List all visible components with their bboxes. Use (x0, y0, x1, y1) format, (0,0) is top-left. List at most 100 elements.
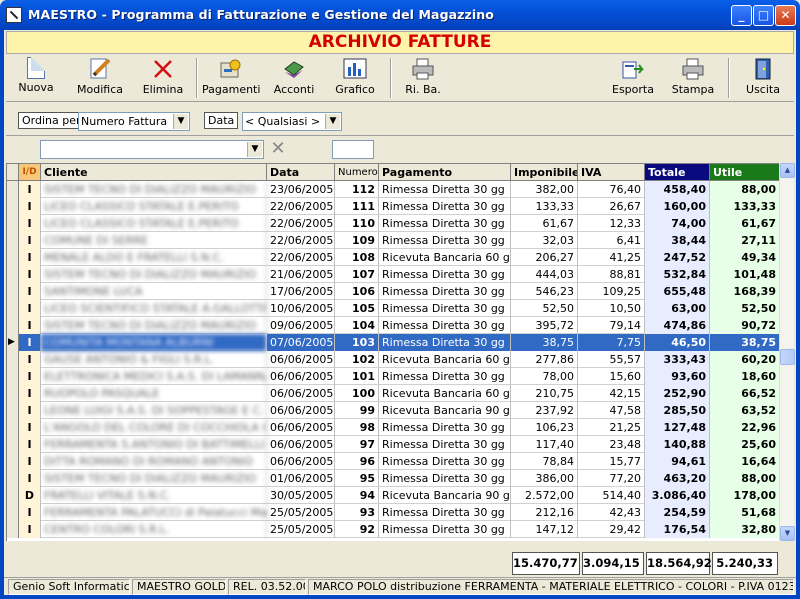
ordina-select[interactable]: Numero Fattura ▼ (78, 112, 190, 131)
row-indicator[interactable] (7, 368, 19, 385)
cell-io: I (19, 300, 41, 317)
cell-totale: 247,52 (645, 249, 710, 266)
column-header-data[interactable]: Data (267, 164, 335, 181)
table-row[interactable]: I LICEO CLASSICO STATALE E.PERITO 22/06/20… (7, 215, 780, 232)
chevron-down-icon[interactable]: ▼ (247, 142, 262, 157)
row-indicator[interactable] (7, 232, 19, 249)
table-row[interactable]: ▶ I COMUNITA MONTANA ALBURNI 07/06/2005 103 R… (7, 334, 780, 351)
vertical-scrollbar[interactable]: ▲ ▼ (779, 163, 795, 541)
acconti-button[interactable]: Acconti (270, 57, 318, 96)
cell-iva: 15,60 (578, 368, 645, 385)
table-row[interactable]: I DITTA ROMANO DI ROMANO ANTONIO 06/06/200… (7, 453, 780, 470)
row-indicator[interactable] (7, 215, 19, 232)
cell-io: D (19, 487, 41, 504)
column-header-cliente[interactable]: Cliente (41, 164, 267, 181)
elimina-button[interactable]: Elimina (140, 57, 186, 96)
table-row[interactable]: I LICEO CLASSICO STATALE E.PERITO 22/06/20… (7, 198, 780, 215)
cell-pagamento: Rimessa Diretta 30 gg (379, 453, 511, 470)
table-row[interactable]: I SISTEM TECNO DI DIALIZZO MAURIZIO 01/06/… (7, 470, 780, 487)
table-row[interactable]: I SISTEM TECNO DI DIALIZZO MAURIZIO 23/06/… (7, 181, 780, 198)
row-indicator[interactable] (7, 351, 19, 368)
table-row[interactable]: D FRATELLI VITALE S.N.C. 30/05/2005 94 Ricev… (7, 487, 780, 504)
cell-imponibile: 206,27 (511, 249, 578, 266)
cell-utile: 27,11 (710, 232, 780, 249)
row-indicator[interactable] (7, 436, 19, 453)
table-row[interactable]: IELETTRONICA MEDICI S.A.S. DI LAMANNA E.… (7, 368, 780, 385)
table-row[interactable]: I RUOPOLO PASQUALE 06/06/2005 100 Ricevuta B… (7, 385, 780, 402)
cell-totale: 3.086,40 (645, 487, 710, 504)
column-header-numero[interactable]: Numero (335, 164, 379, 181)
column-header-utile[interactable]: Utile (710, 164, 780, 181)
table-row[interactable]: I LICEO SCIENTIFICO STATALE A.GALLOTTA 10/… (7, 300, 780, 317)
row-indicator[interactable]: ▶ (7, 334, 19, 351)
row-indicator[interactable] (7, 419, 19, 436)
scroll-thumb[interactable] (780, 349, 795, 365)
cell-data: 22/06/2005 (267, 215, 335, 232)
table-row[interactable]: I SISTEM TECNO DI DIALIZZO MAURIZIO 21/06/… (7, 266, 780, 283)
table-row[interactable]: I COMUNE DI SERRE 22/06/2005 109 Rimessa Dir… (7, 232, 780, 249)
stampa-button[interactable]: Stampa (670, 57, 716, 96)
row-indicator[interactable] (7, 249, 19, 266)
row-indicator[interactable] (7, 521, 19, 538)
row-indicator[interactable] (7, 198, 19, 215)
row-indicator[interactable] (7, 317, 19, 334)
cell-cliente: CENTRO COLORI S.R.L. (41, 521, 267, 538)
table-row[interactable]: I MENALE ALDO E FRATELLI S.N.C. 22/06/2005… (7, 249, 780, 266)
column-header-imponibile[interactable]: Imponibile (511, 164, 578, 181)
pagamenti-button[interactable]: Pagamenti (202, 57, 260, 96)
row-indicator[interactable] (7, 504, 19, 521)
chevron-down-icon[interactable]: ▼ (325, 114, 340, 129)
acconti-label: Acconti (273, 83, 315, 96)
cell-pagamento: Rimessa Diretta 30 gg (379, 521, 511, 538)
title-bar[interactable]: MAESTRO - Programma di Fatturazione e Ge… (0, 0, 800, 30)
cell-data: 23/06/2005 (267, 181, 335, 198)
row-indicator[interactable] (7, 487, 19, 504)
table-row[interactable]: I SISTEM TECNO DI DIALIZZO MAURIZIO 09/06/… (7, 317, 780, 334)
clear-filter-icon[interactable]: ✕ (269, 140, 287, 159)
minimize-button[interactable]: _ (731, 5, 752, 26)
cell-cliente: GAUSE ANTONIO & FIGLI S.R.L. (41, 351, 267, 368)
table-row[interactable]: I GAUSE ANTONIO & FIGLI S.R.L. 06/06/2005 1… (7, 351, 780, 368)
cell-imponibile: 212,16 (511, 504, 578, 521)
row-indicator[interactable] (7, 181, 19, 198)
riba-button[interactable]: Ri. Ba. (402, 57, 444, 96)
scroll-up-icon[interactable]: ▲ (780, 163, 795, 178)
table-row[interactable]: I LEONE LUIGI S.A.S. DI SOPPESTAGE E C. 06… (7, 402, 780, 419)
uscita-button[interactable]: Uscita (742, 57, 784, 96)
chevron-down-icon[interactable]: ▼ (173, 114, 188, 129)
grafico-button[interactable]: Grafico (332, 57, 378, 96)
row-indicator[interactable] (7, 385, 19, 402)
filter-bar: Ordina per Numero Fattura ▼ Data < Quals… (6, 104, 794, 136)
table-row[interactable]: I CENTRO COLORI S.R.L. 25/05/2005 92 Rimessa… (7, 521, 780, 538)
row-indicator[interactable] (7, 470, 19, 487)
numero-filter-input[interactable] (332, 140, 374, 159)
maximize-button[interactable]: □ (753, 5, 774, 26)
column-header-totale[interactable]: Totale (645, 164, 710, 181)
esporta-button[interactable]: Esporta (610, 57, 656, 96)
close-button[interactable]: ✕ (775, 5, 796, 26)
row-indicator[interactable] (7, 266, 19, 283)
table-row[interactable]: I FERRAMENTA PALATUCCI di Palatucci Maria… (7, 504, 780, 521)
cell-cliente: SANTIMONE LUCA (41, 283, 267, 300)
row-indicator[interactable] (7, 283, 19, 300)
scroll-down-icon[interactable]: ▼ (780, 526, 795, 541)
nuova-button[interactable]: Nuova (10, 57, 62, 94)
table-row[interactable]: IFERRAMENTA S.ANTONIO DI BATTIMELLI MARI… (7, 436, 780, 453)
table-row[interactable]: IL'ANGOLO DEL COLORE DI COCCHIOLA GIUSEP… (7, 419, 780, 436)
cell-totale: 160,00 (645, 198, 710, 215)
cell-imponibile: 52,50 (511, 300, 578, 317)
cell-cliente: FRATELLI VITALE S.N.C. (41, 487, 267, 504)
table-row[interactable]: I SANTIMONE LUCA 17/06/2005 106 Rimessa Dire… (7, 283, 780, 300)
modifica-button[interactable]: Modifica (72, 57, 128, 96)
row-indicator[interactable] (7, 300, 19, 317)
row-indicator[interactable] (7, 402, 19, 419)
column-header-pagamento[interactable]: Pagamento (379, 164, 511, 181)
row-indicator[interactable] (7, 453, 19, 470)
column-header-iva[interactable]: IVA (578, 164, 645, 181)
cell-iva: 79,14 (578, 317, 645, 334)
column-header-io[interactable]: I/D (19, 164, 41, 181)
cell-cliente: LICEO SCIENTIFICO STATALE A.GALLOTTA (41, 300, 267, 317)
cliente-filter-select[interactable]: ▼ (40, 140, 264, 159)
data-select[interactable]: < Qualsiasi > ▼ (242, 112, 342, 131)
cell-totale: 38,44 (645, 232, 710, 249)
